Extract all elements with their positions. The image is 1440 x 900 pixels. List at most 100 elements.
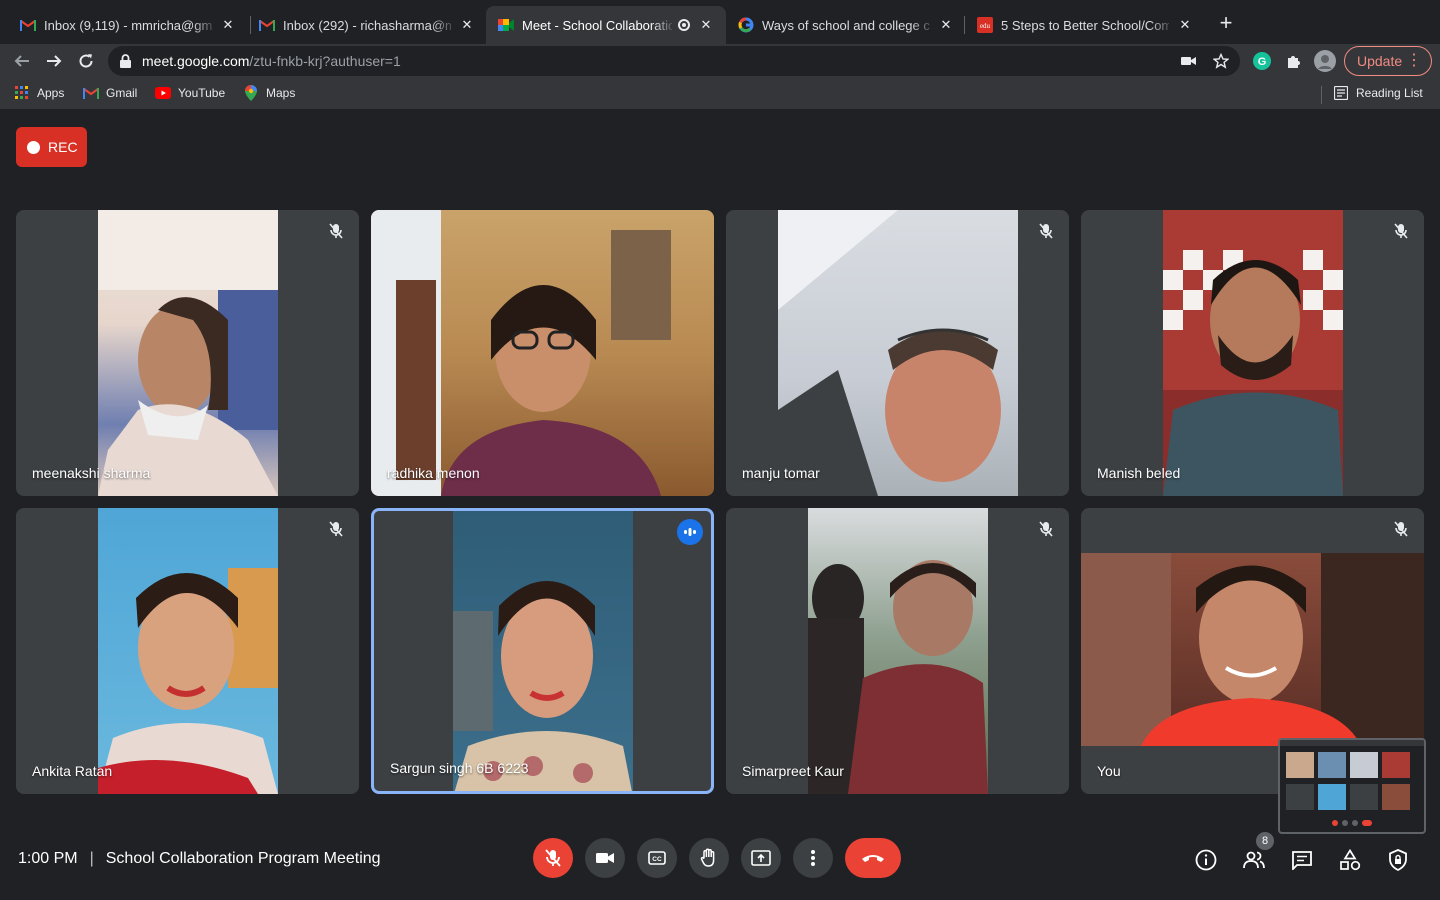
reading-list-icon xyxy=(1333,85,1349,101)
svg-text:edu: edu xyxy=(980,22,991,30)
address-bar[interactable]: meet.google.com/ztu-fnkb-krj?authuser=1 xyxy=(108,46,1240,76)
tab-gmail-inbox-1[interactable]: Inbox (9,119) - mmricha@gmai ✕ xyxy=(8,6,248,44)
tab-google-meet[interactable]: Meet - School Collaboratio ✕ xyxy=(486,6,726,44)
tab-edu-article[interactable]: edu 5 Steps to Better School/Comm ✕ xyxy=(965,6,1205,44)
lock-icon[interactable] xyxy=(120,54,131,73)
microphone-toggle-button[interactable] xyxy=(533,838,573,878)
new-tab-icon[interactable]: + xyxy=(1214,12,1238,36)
info-icon xyxy=(1195,849,1217,871)
self-video xyxy=(1081,553,1424,746)
meeting-time: 1:00 PM xyxy=(18,850,78,867)
gmail-icon xyxy=(20,17,36,33)
browser-toolbar: meet.google.com/ztu-fnkb-krj?authuser=1 … xyxy=(0,44,1440,78)
tab-title: 5 Steps to Better School/Comm xyxy=(1001,17,1169,33)
tab-title: Ways of school and college co xyxy=(762,17,930,33)
svg-text:CC: CC xyxy=(652,856,662,863)
grammarly-extension-icon[interactable]: G xyxy=(1251,50,1273,72)
host-controls-button[interactable] xyxy=(1385,847,1411,873)
participant-name: Sargun singh 6B 6223 xyxy=(390,760,529,776)
participant-name: Manish beled xyxy=(1097,465,1181,481)
bookmark-apps[interactable]: Apps xyxy=(14,85,64,101)
close-tab-icon[interactable]: ✕ xyxy=(698,17,714,33)
participant-name: manju tomar xyxy=(742,465,820,481)
close-tab-icon[interactable]: ✕ xyxy=(938,17,954,33)
gmail-icon xyxy=(83,85,99,101)
present-to-all-icon xyxy=(751,850,771,866)
recording-indicator-icon xyxy=(678,19,690,31)
tab-title: Inbox (9,119) - mmricha@gmai xyxy=(44,17,212,33)
hand-icon xyxy=(700,848,715,867)
recording-indicator-button[interactable]: REC xyxy=(16,127,87,167)
speaking-indicator-icon xyxy=(677,519,703,545)
tab-gmail-inbox-2[interactable]: Inbox (292) - richasharma@ms ✕ xyxy=(247,6,487,44)
update-chrome-button[interactable]: Update ⋮ xyxy=(1344,46,1432,76)
participant-name: Simarpreet Kaur xyxy=(742,763,844,779)
participant-tile-ankita-ratan[interactable]: Ankita Ratan xyxy=(16,508,359,794)
mic-muted-icon xyxy=(1390,220,1412,242)
participant-tile-meenakshi-sharma[interactable]: meenakshi sharma xyxy=(16,210,359,496)
more-vert-icon[interactable]: ⋮ xyxy=(1406,47,1422,75)
google-icon xyxy=(738,17,754,33)
participant-name: You xyxy=(1097,763,1121,779)
google-meet-icon xyxy=(498,17,514,33)
url-text: meet.google.com/ztu-fnkb-krj?authuser=1 xyxy=(142,53,401,69)
participant-tile-simarpreet-kaur[interactable]: Simarpreet Kaur xyxy=(726,508,1069,794)
svg-text:G: G xyxy=(1258,56,1267,68)
captions-button[interactable]: CC xyxy=(637,838,677,878)
closed-captions-icon: CC xyxy=(648,851,666,865)
close-tab-icon[interactable]: ✕ xyxy=(1177,17,1193,33)
videocam-icon xyxy=(596,853,614,863)
participant-tile-sargun-singh[interactable]: Sargun singh 6B 6223 xyxy=(371,508,714,794)
bookmark-youtube[interactable]: YouTube xyxy=(155,85,225,101)
participant-tile-radhika-menon[interactable]: radhika menon xyxy=(371,210,714,496)
call-end-icon xyxy=(862,855,884,862)
close-tab-icon[interactable]: ✕ xyxy=(220,17,236,33)
bookmarks-bar: Apps Gmail YouTube Maps Reading List xyxy=(0,78,1440,110)
participant-name: Ankita Ratan xyxy=(32,763,113,779)
mic-muted-icon xyxy=(1035,220,1057,242)
participant-video xyxy=(1163,210,1343,496)
raise-hand-button[interactable] xyxy=(689,838,729,878)
bookmark-star-icon[interactable] xyxy=(1212,52,1230,70)
mic-muted-icon xyxy=(1390,518,1412,540)
reading-list-button[interactable]: Reading List xyxy=(1333,85,1423,101)
mic-off-icon xyxy=(545,849,561,867)
participants-button[interactable] xyxy=(1241,847,1267,873)
chat-icon xyxy=(1292,851,1312,870)
more-options-button[interactable] xyxy=(793,838,833,878)
recording-dot-icon xyxy=(27,140,40,154)
activities-button[interactable] xyxy=(1337,847,1363,873)
close-tab-icon[interactable]: ✕ xyxy=(459,17,475,33)
bookmark-maps[interactable]: Maps xyxy=(243,85,295,101)
bookmark-gmail[interactable]: Gmail xyxy=(83,85,137,101)
shapes-icon xyxy=(1340,849,1361,871)
tab-google-search[interactable]: Ways of school and college co ✕ xyxy=(726,6,966,44)
mic-muted-icon xyxy=(1035,518,1057,540)
leave-call-button[interactable] xyxy=(845,838,901,878)
participant-tile-manju-tomar[interactable]: manju tomar xyxy=(726,210,1069,496)
meeting-details-button[interactable] xyxy=(1193,847,1219,873)
participant-tile-manish-beled[interactable]: Manish beled xyxy=(1081,210,1424,496)
forward-arrow-icon[interactable] xyxy=(41,48,67,74)
participant-count-badge: 8 xyxy=(1256,832,1274,850)
meeting-details: 1:00 PM | School Collaboration Program M… xyxy=(18,850,381,867)
participant-name: meenakshi sharma xyxy=(32,465,151,481)
profile-avatar[interactable] xyxy=(1314,50,1336,72)
apps-grid-icon xyxy=(14,85,30,101)
people-icon xyxy=(1243,851,1265,869)
camera-toggle-button[interactable] xyxy=(585,838,625,878)
reload-icon[interactable] xyxy=(73,48,99,74)
more-vert-icon xyxy=(811,850,815,866)
camera-in-use-icon[interactable] xyxy=(1180,52,1198,70)
present-screen-button[interactable] xyxy=(741,838,781,878)
shield-lock-icon xyxy=(1389,849,1407,871)
back-arrow-icon[interactable] xyxy=(9,48,35,74)
screen-share-preview[interactable] xyxy=(1278,738,1426,834)
participant-video xyxy=(98,210,278,496)
participant-name: radhika menon xyxy=(387,465,480,481)
participant-video xyxy=(808,508,988,794)
youtube-icon xyxy=(155,85,171,101)
chat-button[interactable] xyxy=(1289,847,1315,873)
extensions-puzzle-icon[interactable] xyxy=(1283,50,1305,72)
edu-icon: edu xyxy=(977,17,993,33)
